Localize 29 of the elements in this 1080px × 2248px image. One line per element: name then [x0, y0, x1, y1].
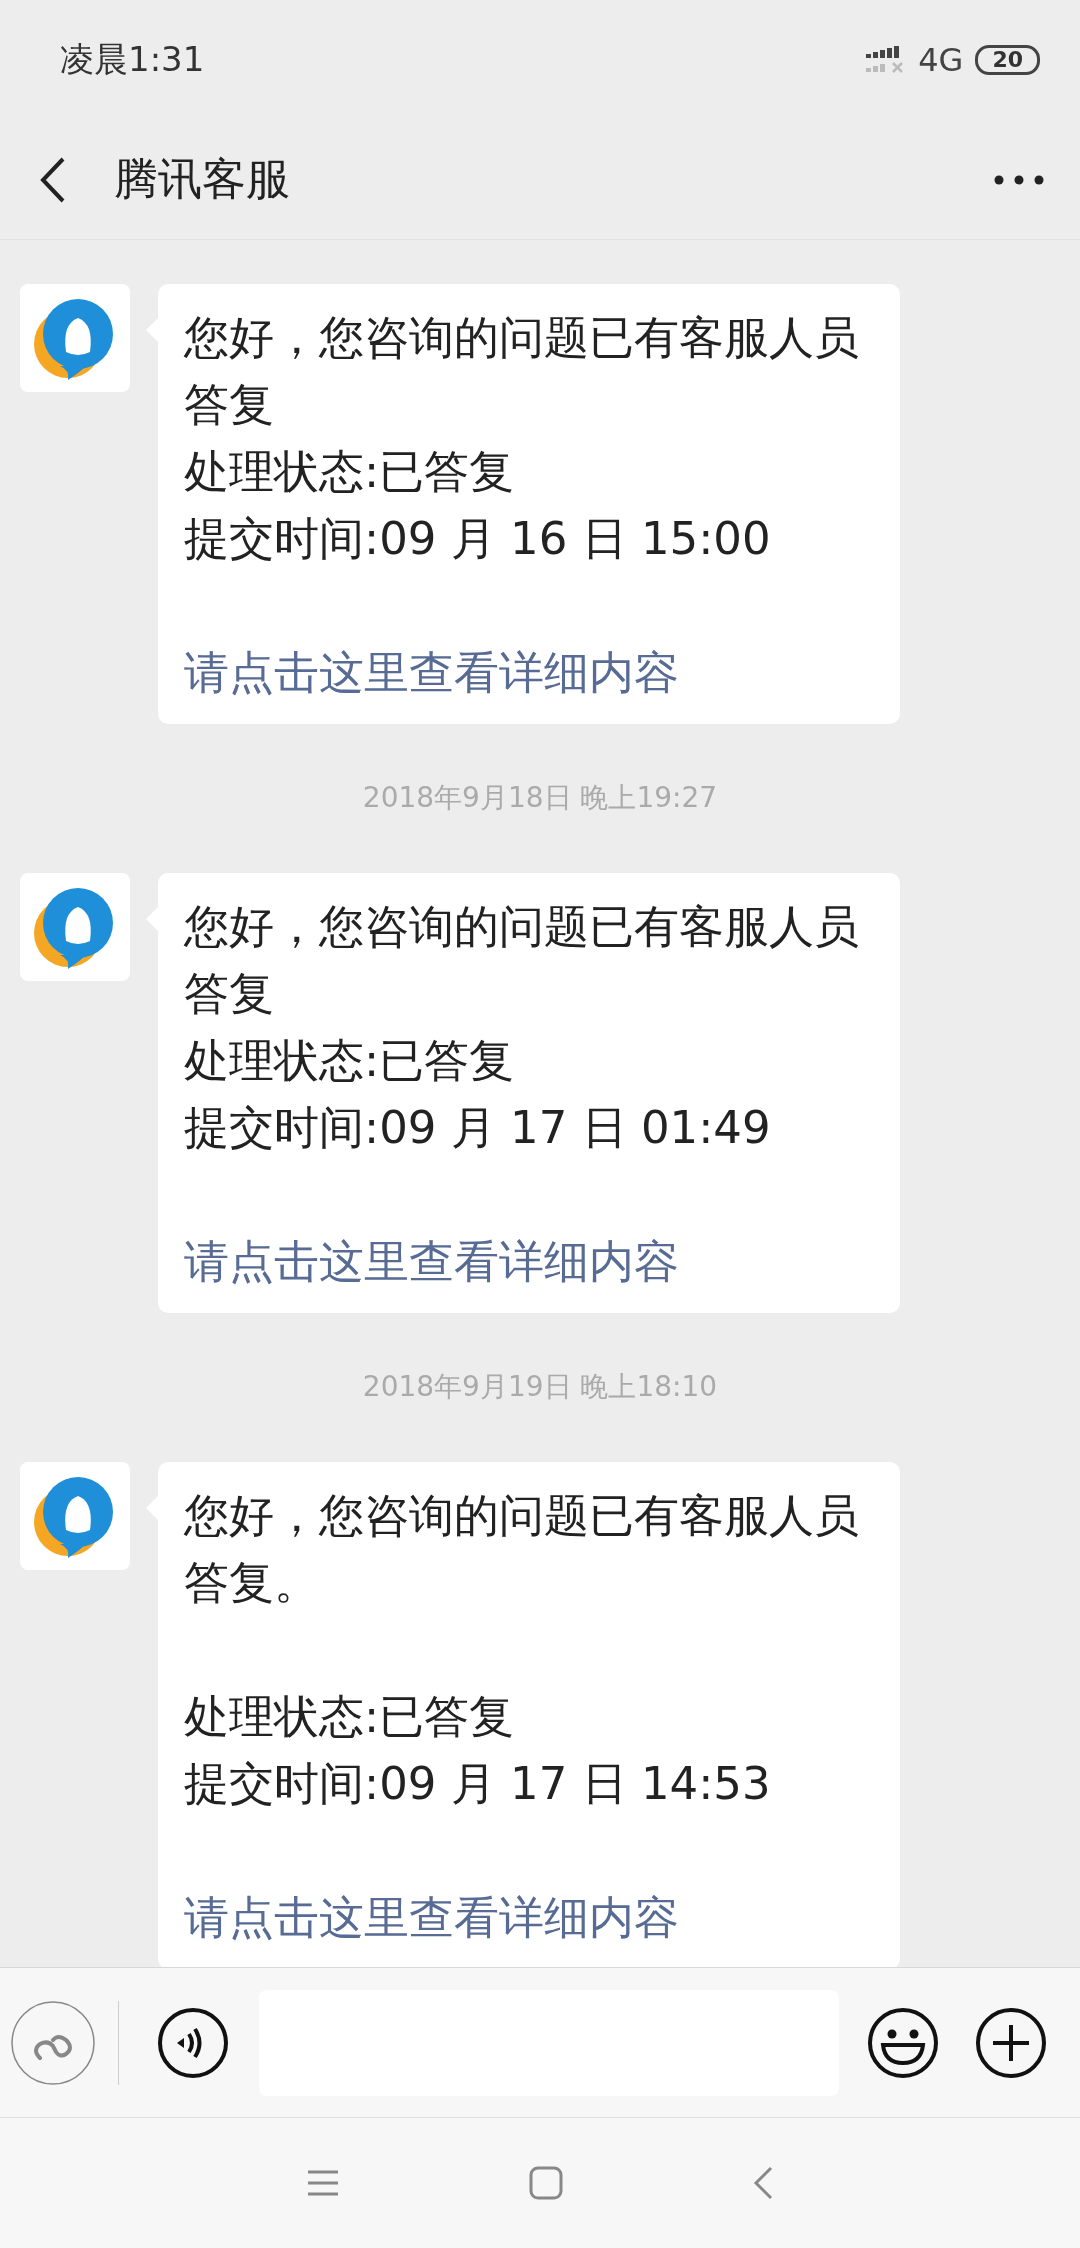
plus-icon[interactable] [975, 2006, 1047, 2079]
menu-icon[interactable] [307, 2169, 339, 2197]
battery-indicator: 20 [975, 45, 1040, 75]
chat-title: 腾讯客服 [114, 152, 291, 206]
timestamp: 2018年9月19日 晚上18:10 [361, 1369, 719, 1405]
timestamp: 2018年9月18日 晚上19:27 [361, 780, 719, 816]
message-text: 您好，您咨询的问题已有客服人员答复 [184, 899, 860, 1022]
detail-link[interactable]: 请点击这里查看详细内容 [184, 1884, 679, 1951]
message-text: 您好，您咨询的问题已有客服人员答复。 [184, 1488, 860, 1611]
message-text: 提交时间:09 月 17 日 01:49 [184, 1100, 772, 1156]
home-icon[interactable] [529, 2166, 563, 2200]
status-time: 凌晨1:31 [60, 38, 205, 81]
message-text: 您好，您咨询的问题已有客服人员答复 [184, 310, 860, 433]
avatar[interactable] [20, 873, 130, 981]
message-text: 处理状态:已答复 [184, 1689, 516, 1745]
message-text: 处理状态:已答复 [184, 444, 516, 500]
voice-icon[interactable] [157, 2006, 229, 2079]
avatar[interactable] [20, 284, 130, 392]
detail-link[interactable]: 请点击这里查看详细内容 [184, 1228, 679, 1295]
link-icon[interactable] [10, 1999, 96, 2086]
more-icon[interactable] [994, 174, 1044, 185]
detail-link[interactable]: 请点击这里查看详细内容 [184, 639, 679, 706]
message-text: 处理状态:已答复 [184, 1033, 516, 1089]
message-text: 提交时间:09 月 17 日 14:53 [184, 1756, 772, 1812]
back-icon[interactable] [40, 156, 66, 203]
message-text: 提交时间:09 月 16 日 15:00 [184, 511, 772, 567]
emoji-icon[interactable] [867, 2006, 939, 2079]
avatar[interactable] [20, 1462, 130, 1570]
network-label: 4G [918, 41, 964, 79]
